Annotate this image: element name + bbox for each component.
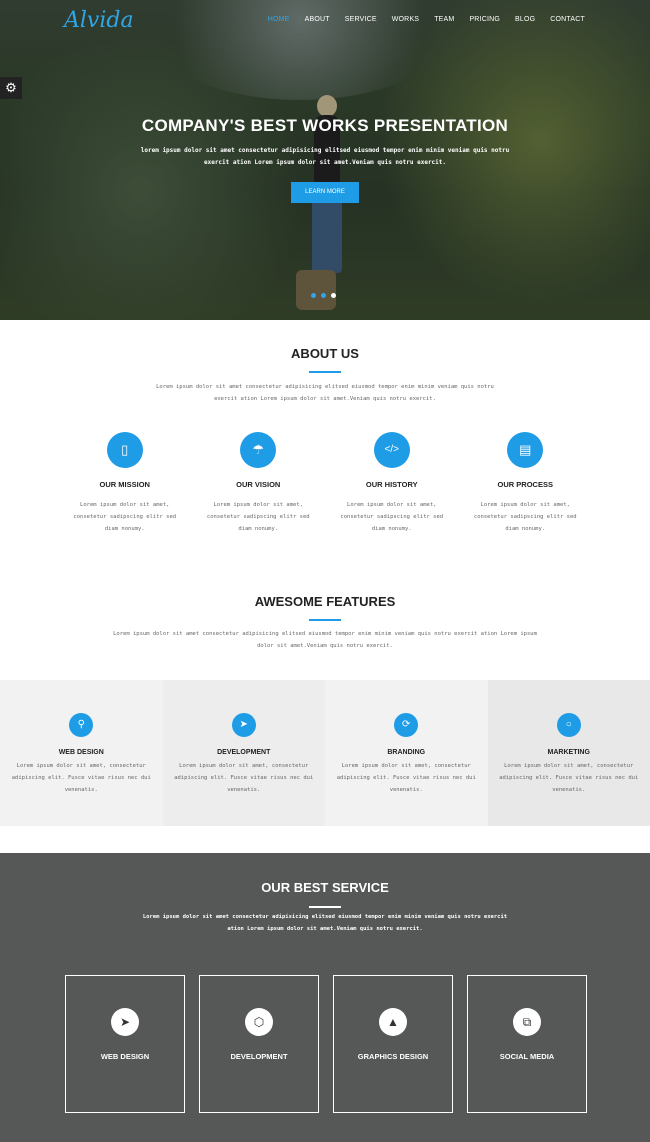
rocket-icon: ➤: [231, 713, 256, 737]
learn-more-button[interactable]: LEARN MORE: [291, 182, 359, 203]
about-item-title: OUR VISION: [236, 480, 281, 489]
feature-title: DEVELOPMENT: [217, 749, 271, 756]
feature-title: WEB DESIGN: [58, 749, 104, 756]
slider-dot-active[interactable]: [331, 293, 336, 298]
service-title: OUR BEST SERVICE: [261, 880, 389, 895]
service-box-graphics-design[interactable]: ▲ GRAPHICS DESIGN: [333, 975, 453, 1113]
feature-text: Lorem ipsum dolor sit amet, consectetur …: [499, 763, 639, 793]
about-item-process: ▤ OUR PROCESS Lorem ipsum dolor sit amet…: [459, 432, 593, 535]
share-icon: ⧉: [513, 1008, 541, 1036]
service-text: Lorem ipsum dolor sit amet consectetur a…: [142, 914, 508, 932]
nav-item-service[interactable]: SERVICE: [345, 16, 377, 23]
about-item-text: Lorem ipsum dolor sit amet, consetetur s…: [340, 502, 444, 532]
hero-text: lorem ipsum dolor sit amet consectetur a…: [140, 147, 510, 166]
about-item-title: OUR HISTORY: [365, 480, 418, 489]
paper-plane-icon: ➤: [111, 1008, 139, 1036]
feature-text: Lorem ipsum dolor sit amet, consectetur …: [174, 763, 314, 793]
document-icon: ▤: [507, 432, 544, 468]
nav-item-contact[interactable]: CONTACT: [550, 16, 585, 23]
service-box-title: GRAPHICS DESIGN: [357, 1052, 429, 1061]
service-section: OUR BEST SERVICE Lorem ipsum dolor sit a…: [0, 853, 650, 1142]
code-icon: </>: [373, 432, 410, 468]
nav-item-about[interactable]: ABOUT: [305, 16, 330, 23]
hero-section: Alvida HOME ABOUT SERVICE WORKS TEAM PRI…: [0, 0, 650, 320]
about-item-mission: ▯ OUR MISSION Lorem ipsum dolor sit amet…: [58, 432, 192, 535]
nav-item-pricing[interactable]: PRICING: [469, 16, 500, 23]
features-row: ⚲ WEB DESIGN Lorem ipsum dolor sit amet,…: [0, 680, 650, 826]
nav-item-team[interactable]: TEAM: [434, 16, 454, 23]
service-box-development[interactable]: ⬡ DEVELOPMENT: [199, 975, 319, 1113]
circle-icon: ○: [556, 713, 581, 737]
refresh-icon: ⟳: [394, 713, 419, 737]
location-pin-icon: ⚲: [69, 713, 94, 737]
service-box-title: SOCIAL MEDIA: [499, 1052, 555, 1061]
slider-dot[interactable]: [311, 293, 316, 298]
umbrella-icon: ☂: [240, 432, 277, 468]
hero-title: COMPANY'S BEST WORKS PRESENTATION: [141, 116, 509, 135]
site-logo[interactable]: Alvida: [64, 8, 134, 33]
service-box-title: WEB DESIGN: [100, 1052, 150, 1061]
feature-development: ➤ DEVELOPMENT Lorem ipsum dolor sit amet…: [162, 680, 325, 826]
nav-item-works[interactable]: WORKS: [392, 16, 419, 23]
slider-dots: [311, 293, 336, 298]
about-underline: [309, 371, 341, 373]
features-text: Lorem ipsum dolor sit amet consectetur a…: [113, 631, 537, 649]
about-text: Lorem ipsum dolor sit amet consectetur a…: [156, 384, 494, 402]
feature-marketing: ○ MARKETING Lorem ipsum dolor sit amet, …: [487, 680, 650, 826]
about-item-title: OUR MISSION: [99, 480, 150, 489]
nav-item-blog[interactable]: BLOG: [515, 16, 535, 23]
about-columns: ▯ OUR MISSION Lorem ipsum dolor sit amet…: [58, 432, 592, 535]
features-title: AWESOME FEATURES: [254, 594, 396, 609]
feature-text: Lorem ipsum dolor sit amet, consectetur …: [336, 763, 476, 793]
tablet-icon: ▯: [106, 432, 143, 468]
about-title: ABOUT US: [291, 346, 359, 361]
feature-title: MARKETING: [547, 749, 590, 756]
service-underline: [309, 906, 341, 908]
service-box-title: DEVELOPMENT: [230, 1052, 288, 1061]
slider-dot[interactable]: [321, 293, 326, 298]
feature-branding: ⟳ BRANDING Lorem ipsum dolor sit amet, c…: [325, 680, 488, 826]
features-underline: [309, 619, 341, 621]
service-box-social-media[interactable]: ⧉ SOCIAL MEDIA: [467, 975, 587, 1113]
about-item-history: </> OUR HISTORY Lorem ipsum dolor sit am…: [325, 432, 459, 535]
service-boxes: ➤ WEB DESIGN ⬡ DEVELOPMENT ▲ GRAPHICS DE…: [65, 975, 587, 1113]
about-item-text: Lorem ipsum dolor sit amet, consetetur s…: [73, 502, 177, 532]
tree-icon: ▲: [379, 1008, 407, 1036]
gear-icon[interactable]: ⚙: [0, 77, 22, 99]
feature-web-design: ⚲ WEB DESIGN Lorem ipsum dolor sit amet,…: [0, 680, 163, 826]
service-box-web-design[interactable]: ➤ WEB DESIGN: [65, 975, 185, 1113]
about-item-title: OUR PROCESS: [497, 480, 553, 489]
nav-item-home[interactable]: HOME: [268, 16, 290, 23]
about-item-text: Lorem ipsum dolor sit amet, consetetur s…: [206, 502, 310, 532]
main-nav: HOME ABOUT SERVICE WORKS TEAM PRICING BL…: [268, 16, 585, 23]
hexagon-icon: ⬡: [245, 1008, 273, 1036]
about-item-vision: ☂ OUR VISION Lorem ipsum dolor sit amet,…: [192, 432, 326, 535]
feature-title: BRANDING: [387, 749, 426, 756]
about-item-text: Lorem ipsum dolor sit amet, consetetur s…: [473, 502, 577, 532]
feature-text: Lorem ipsum dolor sit amet, consectetur …: [11, 763, 151, 793]
